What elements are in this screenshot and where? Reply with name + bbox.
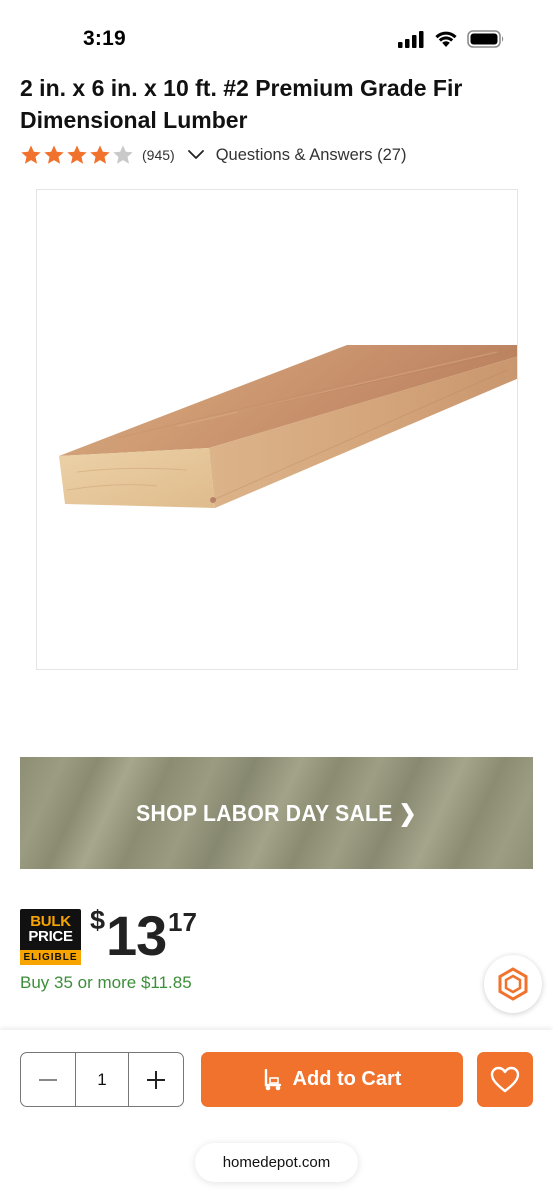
price-dollars: 13 xyxy=(106,904,167,967)
star-icon xyxy=(113,145,133,164)
battery-icon xyxy=(467,30,504,48)
add-to-cart-label: Add to Cart xyxy=(292,1068,402,1090)
browser-url-bar[interactable]: homedepot.com xyxy=(195,1143,358,1182)
price-currency: $ xyxy=(90,905,106,935)
hand-truck-icon xyxy=(264,1068,281,1090)
bulk-price-eligible-badge: BULK PRICE ELIGIBLE xyxy=(20,909,81,965)
cellular-signal-icon xyxy=(398,30,424,48)
banner-label: SHOP LABOR DAY SALE ❯ xyxy=(136,799,417,826)
quantity-field[interactable]: 1 xyxy=(75,1053,129,1106)
wifi-icon xyxy=(435,31,457,47)
chat-assistant-button[interactable] xyxy=(484,955,542,1013)
plus-icon xyxy=(147,1070,165,1089)
heart-icon xyxy=(490,1066,520,1092)
questions-answers-link[interactable]: Questions & Answers (27) xyxy=(216,146,407,165)
status-bar: 3:19 xyxy=(0,0,553,70)
minus-icon xyxy=(39,1078,57,1081)
add-to-favorites-button[interactable] xyxy=(477,1052,533,1107)
bulk-price-offer: Buy 35 or more $11.85 xyxy=(20,973,192,992)
rating-row[interactable]: (945) Questions & Answers (27) xyxy=(20,143,406,167)
product-title: 2 in. x 6 in. x 10 ft. #2 Premium Grade … xyxy=(20,75,463,133)
star-icon xyxy=(21,145,41,164)
quantity-stepper: 1 xyxy=(20,1052,184,1107)
chevron-down-icon[interactable] xyxy=(187,146,205,164)
star-icon xyxy=(44,145,64,164)
star-icon xyxy=(90,145,110,164)
chat-assistant-icon xyxy=(498,967,528,1001)
lumber-board-image xyxy=(59,345,517,508)
price-cents: 17 xyxy=(168,907,197,937)
status-time: 3:19 xyxy=(83,27,126,50)
add-to-cart-button[interactable]: Add to Cart xyxy=(201,1052,463,1107)
status-icons xyxy=(398,30,505,48)
review-count[interactable]: (945) xyxy=(142,147,175,163)
star-icon xyxy=(67,145,87,164)
badge-line-3: ELIGIBLE xyxy=(20,950,81,965)
badge-line-2: PRICE xyxy=(28,928,73,945)
labor-day-sale-banner[interactable]: SHOP LABOR DAY SALE ❯ xyxy=(20,757,533,869)
increase-quantity-button[interactable] xyxy=(129,1053,183,1106)
decrease-quantity-button[interactable] xyxy=(21,1053,75,1106)
product-image[interactable] xyxy=(36,189,518,670)
star-rating xyxy=(20,144,134,166)
